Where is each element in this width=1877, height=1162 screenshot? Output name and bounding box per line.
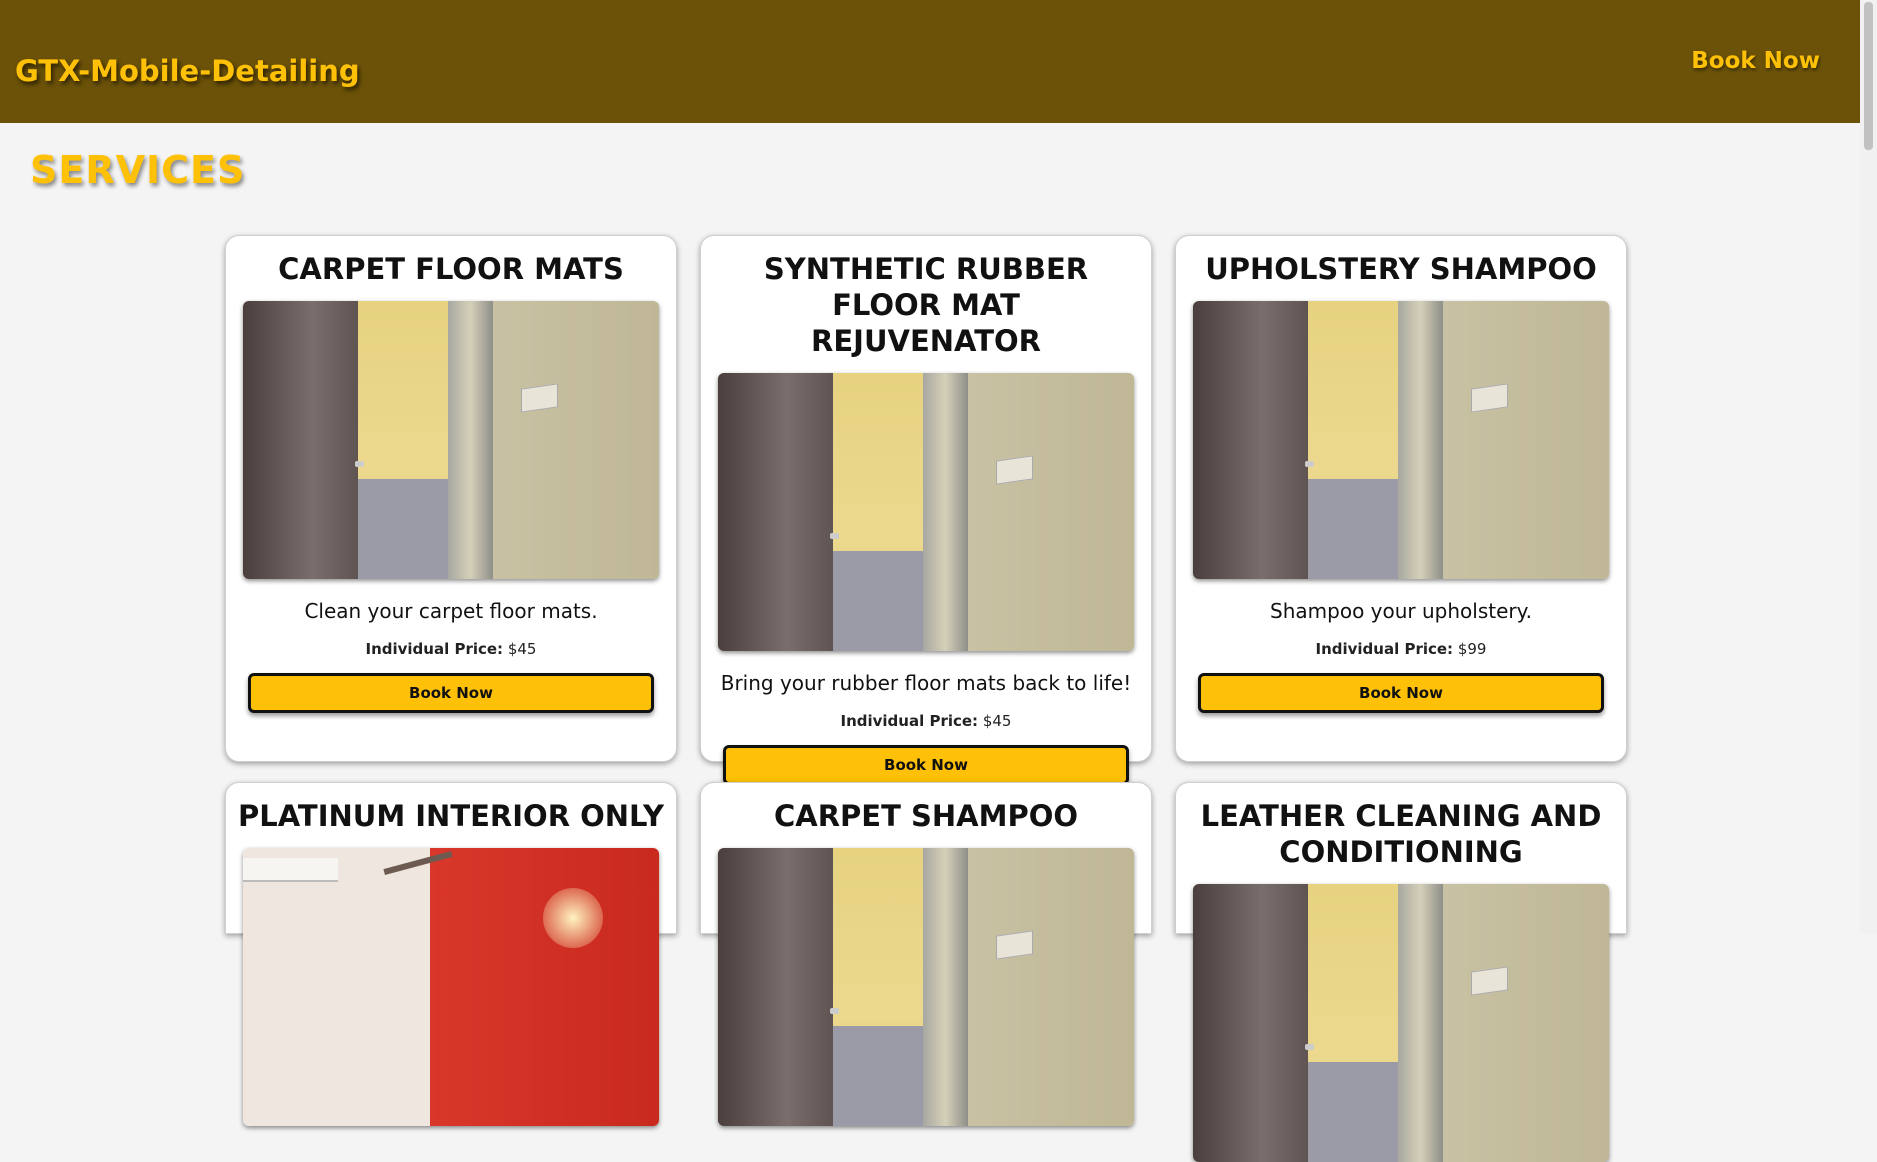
service-photo xyxy=(243,301,659,579)
service-title: PLATINUM INTERIOR ONLY xyxy=(238,799,665,833)
section-title: SERVICES xyxy=(30,148,246,192)
service-photo xyxy=(243,848,659,1126)
service-title: CARPET SHAMPOO xyxy=(773,799,1079,833)
service-photo xyxy=(1193,884,1609,1162)
price-label: Individual Price: xyxy=(840,712,979,730)
service-price: Individual Price: $45 xyxy=(701,712,1151,730)
scrollbar-track[interactable] xyxy=(1860,0,1877,934)
service-card-rubber-floor-mat: SYNTHETIC RUBBER FLOOR MAT REJUVENATOR B… xyxy=(700,235,1152,785)
service-title: CARPET FLOOR MATS xyxy=(278,252,624,286)
price-value: $45 xyxy=(982,712,1012,730)
book-now-button[interactable]: Book Now xyxy=(1198,673,1604,713)
service-title: LEATHER CLEANING AND CONDITIONING xyxy=(1200,799,1602,869)
service-card-leather-cleaning: LEATHER CLEANING AND CONDITIONING xyxy=(1175,782,1627,1162)
price-label: Individual Price: xyxy=(365,640,504,658)
service-price: Individual Price: $99 xyxy=(1176,640,1626,658)
service-card-upholstery-shampoo: UPHOLSTERY SHAMPOO Shampoo your upholste… xyxy=(1175,235,1627,762)
brand-logo-text[interactable]: GTX-Mobile-Detailing xyxy=(15,54,360,88)
service-photo xyxy=(718,373,1134,651)
service-card-platinum-interior: PLATINUM INTERIOR ONLY xyxy=(225,782,677,1126)
service-title: SYNTHETIC RUBBER FLOOR MAT REJUVENATOR xyxy=(763,252,1089,358)
service-price: Individual Price: $45 xyxy=(226,640,676,658)
service-description: Clean your carpet floor mats. xyxy=(304,599,598,623)
service-description: Shampoo your upholstery. xyxy=(1270,599,1532,623)
price-label: Individual Price: xyxy=(1315,640,1454,658)
service-photo xyxy=(718,848,1134,1126)
price-value: $45 xyxy=(507,640,537,658)
book-now-button[interactable]: Book Now xyxy=(723,745,1129,785)
top-header: GTX-Mobile-Detailing Book Now xyxy=(0,0,1860,123)
nav-book-now-link[interactable]: Book Now xyxy=(1691,48,1820,74)
scrollbar-thumb[interactable] xyxy=(1864,2,1873,150)
service-card-carpet-floor-mats: CARPET FLOOR MATS Clean your carpet floo… xyxy=(225,235,677,762)
book-now-button[interactable]: Book Now xyxy=(248,673,654,713)
service-title: UPHOLSTERY SHAMPOO xyxy=(1205,252,1597,286)
service-card-carpet-shampoo: CARPET SHAMPOO xyxy=(700,782,1152,1126)
price-value: $99 xyxy=(1457,640,1487,658)
service-photo xyxy=(1193,301,1609,579)
service-description: Bring your rubber floor mats back to lif… xyxy=(720,671,1132,695)
